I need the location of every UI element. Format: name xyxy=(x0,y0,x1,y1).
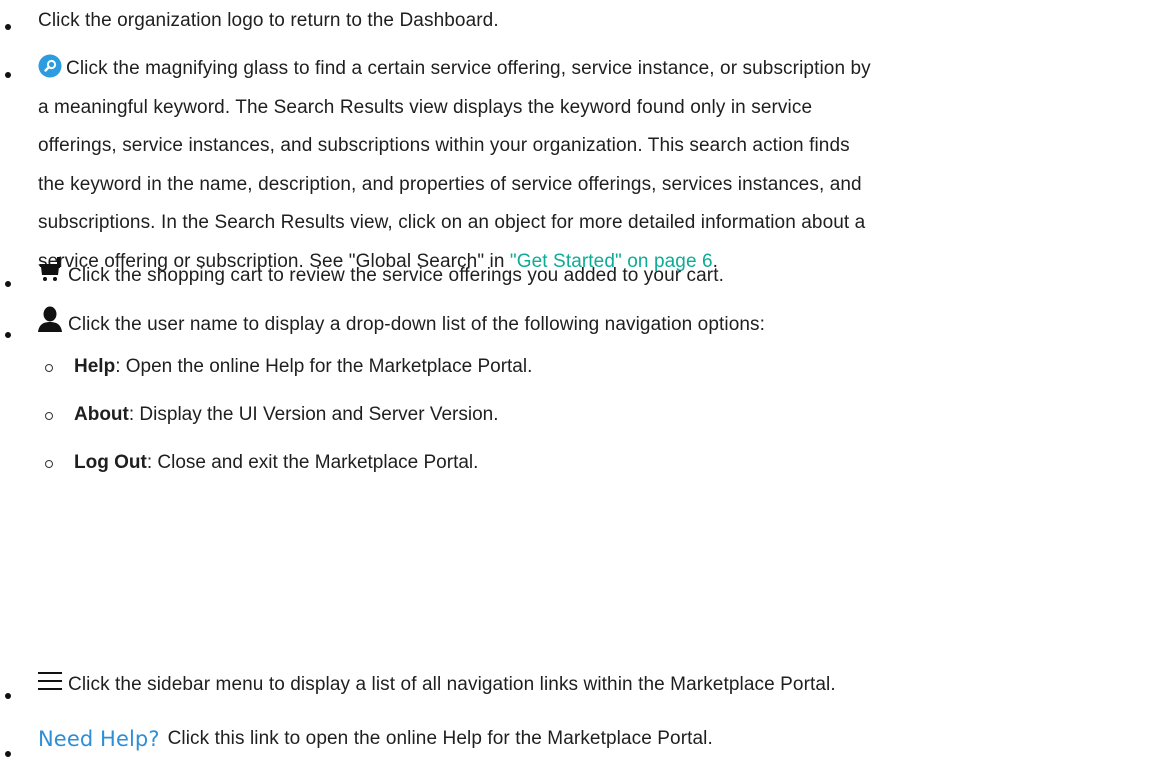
sub-bullet xyxy=(45,412,53,420)
list-item: Need Help? Click this link to open the on… xyxy=(0,716,1173,766)
list-item: Click the user name to display a drop-do… xyxy=(0,302,1173,522)
list-item-text: Click the user name to display a drop-do… xyxy=(38,306,1163,341)
bullet xyxy=(5,693,11,699)
list-item: Click the shopping cart to review the se… xyxy=(0,253,1173,297)
list-item-text: Click the organization logo to return to… xyxy=(38,10,499,31)
list-item-text: Click the sidebar menu to display a list… xyxy=(38,668,1163,701)
shopping-cart-icon[interactable] xyxy=(38,257,62,283)
list-item: Click the magnifying glass to find a cer… xyxy=(0,52,1173,284)
list-item-text: Need Help? Click this link to open the on… xyxy=(38,727,713,751)
list-item: Click the sidebar menu to display a list… xyxy=(0,660,1173,710)
sub-bullet xyxy=(45,460,53,468)
bullet xyxy=(5,332,11,338)
bullet xyxy=(5,72,11,78)
hamburger-menu-icon[interactable] xyxy=(38,671,62,691)
list-item-text: Click the shopping cart to review the se… xyxy=(38,257,1163,292)
list-item-text: Click the magnifying glass to find a cer… xyxy=(38,50,1163,281)
magnifying-glass-icon[interactable] xyxy=(38,54,62,78)
bullet xyxy=(5,751,11,757)
sub-bullet xyxy=(45,364,53,372)
bullet xyxy=(5,24,11,30)
need-help-link[interactable]: Need Help? xyxy=(38,727,160,751)
bullet xyxy=(5,281,11,287)
user-icon[interactable] xyxy=(38,306,62,332)
list-item: Click the organization logo to return to… xyxy=(0,4,1173,44)
